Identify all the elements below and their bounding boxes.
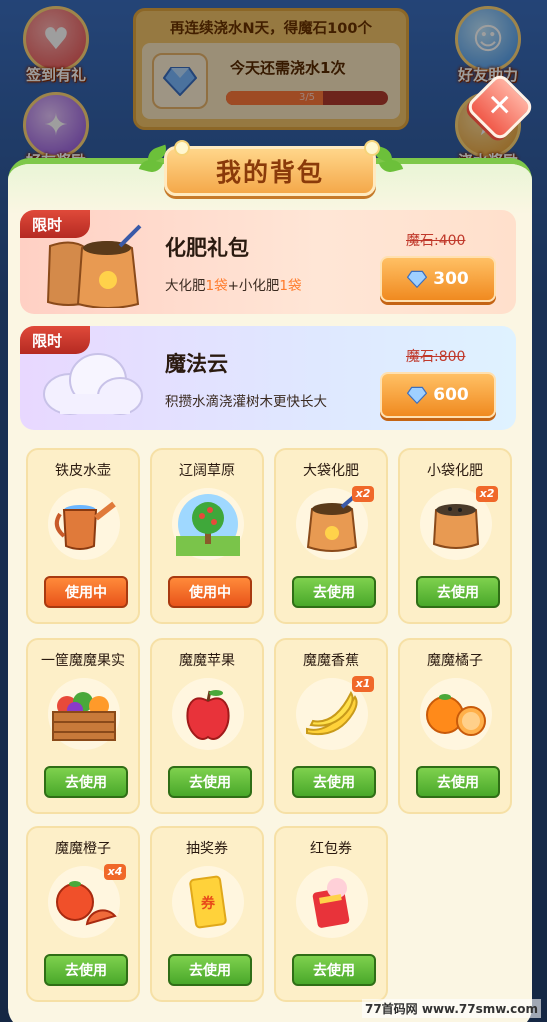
inventory-item: 红包券 去使用: [274, 826, 388, 1002]
item-name: 魔魔橙子: [55, 841, 111, 857]
desc-text: 大化肥: [165, 278, 206, 294]
buy-fertilizer-pack-button[interactable]: 300: [380, 256, 496, 302]
use-item-button[interactable]: 去使用: [44, 766, 128, 798]
use-item-button[interactable]: 去使用: [168, 766, 252, 798]
use-item-button[interactable]: 去使用: [292, 954, 376, 986]
desc-highlight: 1袋: [279, 278, 302, 294]
tangerine-icon: [420, 678, 492, 750]
quantity-badge: x2: [476, 486, 498, 502]
fertilizer-bag-icon: [46, 224, 142, 308]
sale-price: 300: [433, 269, 469, 289]
inventory-item: 魔魔橘子 去使用: [398, 638, 512, 814]
apple-icon: [172, 678, 244, 750]
fruit-basket-icon: [48, 678, 120, 750]
item-name: 铁皮水壶: [55, 463, 111, 479]
sale-price: 600: [433, 385, 469, 405]
svg-text:券: 券: [201, 895, 216, 912]
panel-title-plate: 我的背包: [164, 146, 376, 196]
use-item-button[interactable]: 去使用: [44, 954, 128, 986]
inventory-item: 魔魔香蕉 x1 去使用: [274, 638, 388, 814]
tree-icon: [172, 488, 244, 560]
promo-description: 积攒水滴浇灌树木更快长大: [165, 394, 327, 410]
in-use-button[interactable]: 使用中: [168, 576, 252, 608]
item-name: 魔魔橘子: [427, 653, 483, 669]
inventory-item: 小袋化肥 x2 去使用: [398, 448, 512, 624]
original-price: 魔石:400: [406, 233, 466, 249]
inventory-item: 魔魔苹果 去使用: [150, 638, 264, 814]
inventory-item: 一筐魔魔果实 去使用: [26, 638, 140, 814]
inventory-item: 辽阔草原 使用中: [150, 448, 264, 624]
promo-name: 魔法云: [165, 352, 228, 376]
buy-magic-cloud-button[interactable]: 600: [380, 372, 496, 418]
item-name: 红包券: [310, 841, 352, 857]
quantity-badge: x1: [352, 676, 374, 692]
inventory-item: 铁皮水壶 使用中: [26, 448, 140, 624]
inventory-item: 大袋化肥 x2 去使用: [274, 448, 388, 624]
use-item-button[interactable]: 去使用: [168, 954, 252, 986]
promo-card-magic-cloud: 限时 魔法云 积攒水滴浇灌树木更快长大 魔石:800 600: [20, 326, 516, 430]
inventory-item: 抽奖券券去使用: [150, 826, 264, 1002]
inventory-item: 魔魔橙子 x4 去使用: [26, 826, 140, 1002]
quantity-badge: x2: [352, 486, 374, 502]
magic-stone-icon: [407, 386, 428, 404]
use-item-button[interactable]: 去使用: [292, 576, 376, 608]
desc-text: +小化肥: [227, 278, 280, 294]
use-item-button[interactable]: 去使用: [292, 766, 376, 798]
use-item-button[interactable]: 去使用: [416, 766, 500, 798]
cloud-icon: [43, 353, 143, 415]
panel-title: 我的背包: [215, 158, 324, 187]
quantity-badge: x4: [104, 864, 126, 880]
magic-stone-icon: [407, 270, 428, 288]
item-name: 抽奖券: [186, 841, 228, 857]
lottery-ticket-icon: 券: [172, 866, 244, 938]
flower-decoration: [366, 142, 378, 154]
use-item-button[interactable]: 去使用: [416, 576, 500, 608]
promo-card-fertilizer: 限时 化肥礼包 大化肥1袋+小化肥1袋 魔石:400 300: [20, 210, 516, 314]
close-icon: ✕: [487, 88, 513, 124]
red-packet-icon: [296, 866, 368, 938]
watering-can-icon: [48, 488, 120, 560]
promo-name: 化肥礼包: [165, 236, 249, 260]
item-name: 大袋化肥: [303, 463, 359, 479]
item-name: 魔魔香蕉: [303, 653, 359, 669]
original-price: 魔石:800: [406, 349, 466, 365]
item-name: 一筐魔魔果实: [41, 653, 125, 669]
promo-description: 大化肥1袋+小化肥1袋: [165, 274, 302, 294]
item-name: 辽阔草原: [179, 463, 235, 479]
watermark: 77首码网 www.77smw.com: [361, 999, 541, 1018]
flower-decoration: [176, 142, 188, 154]
item-name: 小袋化肥: [427, 463, 483, 479]
item-name: 魔魔苹果: [179, 653, 235, 669]
in-use-button[interactable]: 使用中: [44, 576, 128, 608]
desc-highlight: 1袋: [205, 278, 228, 294]
